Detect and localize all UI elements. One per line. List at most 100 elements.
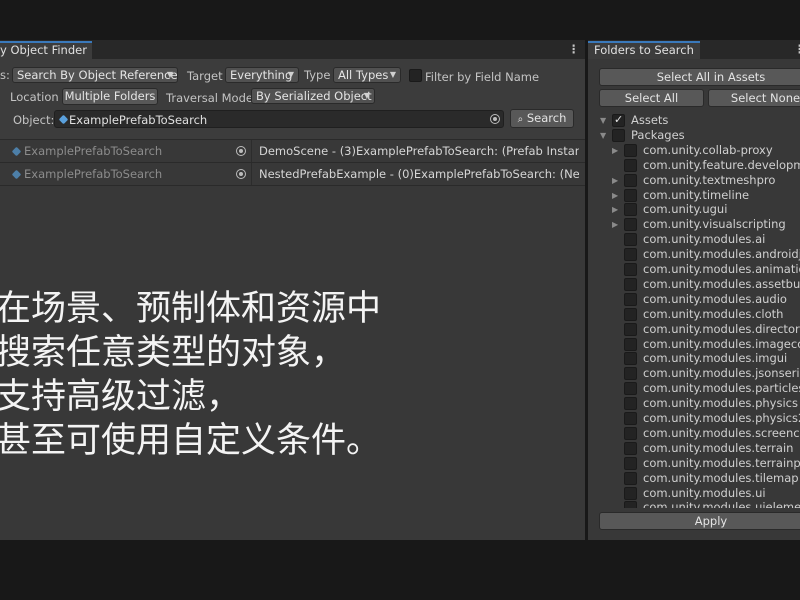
result-row[interactable]: ExamplePrefabToSearch NestedPrefabExampl… [0, 163, 585, 186]
select-none-button[interactable]: Select None [708, 89, 800, 107]
folder-tree-item[interactable]: com.unity.modules.ai [588, 232, 800, 247]
target-dropdown[interactable]: Everything ▼ [225, 67, 299, 83]
folder-tree-item[interactable]: com.unity.modules.physics [588, 396, 800, 411]
folder-name: com.unity.ugui [643, 202, 728, 217]
folder-tree-item[interactable]: ▶ com.unity.textmeshpro [588, 173, 800, 188]
folder-checkbox[interactable] [624, 352, 637, 366]
folder-tree-item[interactable]: ▶ com.unity.collab-proxy [588, 143, 800, 158]
result-object: ExamplePrefabToSearch [24, 167, 163, 181]
folder-checkbox[interactable] [624, 218, 637, 232]
folder-checkbox[interactable] [624, 188, 637, 202]
folder-name: com.unity.modules.androidjni [643, 247, 800, 262]
folder-checkbox[interactable] [624, 382, 637, 396]
foldout-collapsed-icon[interactable]: ▶ [612, 217, 618, 232]
object-picker-icon[interactable] [490, 114, 500, 124]
foldout-collapsed-icon[interactable]: ▶ [612, 143, 618, 158]
result-row[interactable]: ExamplePrefabToSearch DemoScene - (3)Exa… [0, 140, 585, 163]
folder-checkbox[interactable] [624, 277, 637, 291]
promo-caption: 在场景、预制体和资源中 搜索任意类型的对象， 支持高级过滤， 甚至可使用自定义条… [0, 287, 381, 463]
folder-tree-item[interactable]: com.unity.modules.jsonserial [588, 366, 800, 381]
folder-checkbox[interactable] [624, 143, 637, 157]
folder-tree-item[interactable]: com.unity.modules.director [588, 322, 800, 337]
tab-bar: Folders to Search ⋮ [588, 40, 800, 59]
folder-checkbox[interactable] [624, 173, 637, 187]
foldout-collapsed-icon[interactable]: ▶ [612, 188, 618, 203]
folder-tree-item[interactable]: ▶ com.unity.visualscripting [588, 217, 800, 232]
folder-name: com.unity.visualscripting [643, 217, 786, 232]
caption-line-1: 在场景、预制体和资源中 [0, 289, 382, 329]
folder-tree-item[interactable]: com.unity.modules.imgui [588, 351, 800, 366]
folder-tree-item[interactable]: ▶ com.unity.ugui [588, 202, 800, 217]
folder-checkbox[interactable] [624, 203, 637, 217]
column-divider [251, 140, 252, 162]
folder-tree-item[interactable]: com.unity.modules.imagecon [588, 337, 800, 352]
ping-object-icon[interactable] [236, 169, 246, 179]
folder-tree-item[interactable]: com.unity.modules.uielement [588, 500, 800, 508]
folder-checkbox[interactable] [624, 426, 637, 440]
folder-checkbox[interactable] [624, 456, 637, 470]
traversal-mode-dropdown[interactable]: By Serialized Object ▼ [251, 88, 375, 104]
search-mode-dropdown[interactable]: Search By Object Reference ▼ [12, 67, 178, 83]
search-button[interactable]: ⌕ Search [510, 109, 574, 128]
folder-checkbox[interactable] [624, 158, 637, 172]
folder-tree-item[interactable]: com.unity.modules.particlesy [588, 381, 800, 396]
folder-name: com.unity.modules.physics2d [643, 411, 800, 425]
tab-bar: y Object Finder ⋮ [0, 40, 585, 59]
folder-checkbox[interactable] [624, 337, 637, 351]
finder-toolbar: s: Search By Object Reference ▼ Target E… [0, 59, 585, 140]
type-dropdown[interactable]: All Types ▼ [333, 67, 401, 83]
folder-checkbox[interactable] [624, 486, 637, 500]
folder-tree-item[interactable]: ▼ Packages [588, 128, 800, 143]
foldout-expanded-icon[interactable]: ▼ [600, 113, 606, 128]
tab-object-finder[interactable]: y Object Finder [0, 41, 92, 59]
foldout-collapsed-icon[interactable]: ▶ [612, 202, 618, 217]
folder-checkbox[interactable] [624, 307, 637, 321]
folder-tree-item[interactable]: com.unity.modules.tilemap [588, 471, 800, 486]
folder-checkbox[interactable] [624, 397, 637, 411]
folder-tree-item[interactable]: com.unity.modules.assetbund [588, 277, 800, 292]
folder-checkbox[interactable] [612, 128, 625, 142]
folder-checkbox[interactable] [624, 501, 637, 508]
window-menu-icon[interactable]: ⋮ [794, 42, 800, 56]
filter-by-field-checkbox[interactable] [409, 69, 422, 82]
result-location[interactable]: NestedPrefabExample - (0)ExamplePrefabTo… [259, 167, 579, 181]
folder-tree-item[interactable]: ▼ Assets [588, 113, 800, 128]
folder-checkbox[interactable] [624, 248, 637, 262]
folder-checkbox[interactable] [612, 113, 625, 127]
object-field[interactable]: ExamplePrefabToSearch [54, 110, 504, 128]
folder-tree-item[interactable]: com.unity.modules.cloth [588, 307, 800, 322]
folder-checkbox[interactable] [624, 322, 637, 336]
folder-checkbox[interactable] [624, 441, 637, 455]
folder-tree-item[interactable]: com.unity.modules.physics2d [588, 411, 800, 426]
folder-tree: ▼Assets▼Packages▶com.unity.collab-proxyc… [588, 113, 800, 508]
folder-tree-item[interactable]: ▶ com.unity.timeline [588, 188, 800, 203]
prefab-icon [58, 114, 69, 125]
folder-checkbox[interactable] [624, 263, 637, 276]
folder-name: com.unity.feature.developme [643, 157, 800, 172]
search-icon: ⌕ [517, 114, 524, 125]
tab-folders-to-search[interactable]: Folders to Search [588, 41, 700, 59]
folder-tree-item[interactable]: com.unity.modules.androidjni [588, 247, 800, 262]
folder-tree-item[interactable]: com.unity.modules.audio [588, 292, 800, 307]
window-menu-icon[interactable]: ⋮ [568, 42, 580, 56]
folder-tree-item[interactable]: com.unity.modules.screencap [588, 426, 800, 441]
apply-button[interactable]: Apply [599, 512, 800, 530]
folder-checkbox[interactable] [624, 471, 637, 485]
folder-checkbox[interactable] [624, 367, 637, 381]
folder-tree-item[interactable]: com.unity.modules.terrain [588, 441, 800, 456]
location-button[interactable]: Multiple Folders [62, 88, 158, 105]
foldout-expanded-icon[interactable]: ▼ [600, 128, 606, 143]
folder-tree-item[interactable]: com.unity.modules.terrainphy [588, 456, 800, 471]
folder-checkbox[interactable] [624, 412, 637, 425]
foldout-collapsed-icon[interactable]: ▶ [612, 173, 618, 188]
select-all-button[interactable]: Select All [599, 89, 704, 107]
folder-tree-item[interactable]: com.unity.modules.ui [588, 486, 800, 501]
folder-name: com.unity.modules.cloth [643, 306, 784, 321]
folder-checkbox[interactable] [624, 233, 637, 247]
result-location[interactable]: DemoScene - (3)ExamplePrefabToSearch: (P… [259, 144, 579, 158]
folder-checkbox[interactable] [624, 292, 637, 306]
ping-object-icon[interactable] [236, 146, 246, 156]
folder-tree-item[interactable]: com.unity.feature.developme [588, 158, 800, 173]
select-all-in-assets-button[interactable]: Select All in Assets [599, 68, 800, 86]
folder-tree-item[interactable]: com.unity.modules.animation [588, 262, 800, 277]
